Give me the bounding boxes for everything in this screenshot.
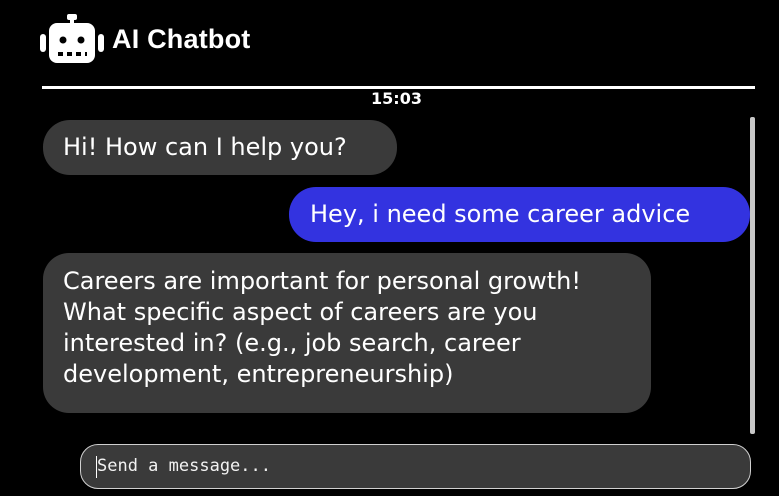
robot-icon (40, 14, 104, 63)
message-input-container[interactable] (80, 444, 751, 489)
bot-message: Hi! How can I help you? (43, 120, 397, 175)
chat-scrollbar[interactable] (750, 117, 755, 434)
header: AI Chatbot (40, 10, 250, 68)
user-message: Hey, i need some career advice (289, 187, 750, 242)
message-input[interactable] (97, 445, 737, 487)
bot-message: Careers are important for personal growt… (43, 253, 651, 413)
chat-app: AI Chatbot 15:03 Hi! How can I help you?… (0, 0, 779, 496)
chat-timestamp: 15:03 (371, 89, 422, 108)
app-title: AI Chatbot (112, 23, 251, 54)
